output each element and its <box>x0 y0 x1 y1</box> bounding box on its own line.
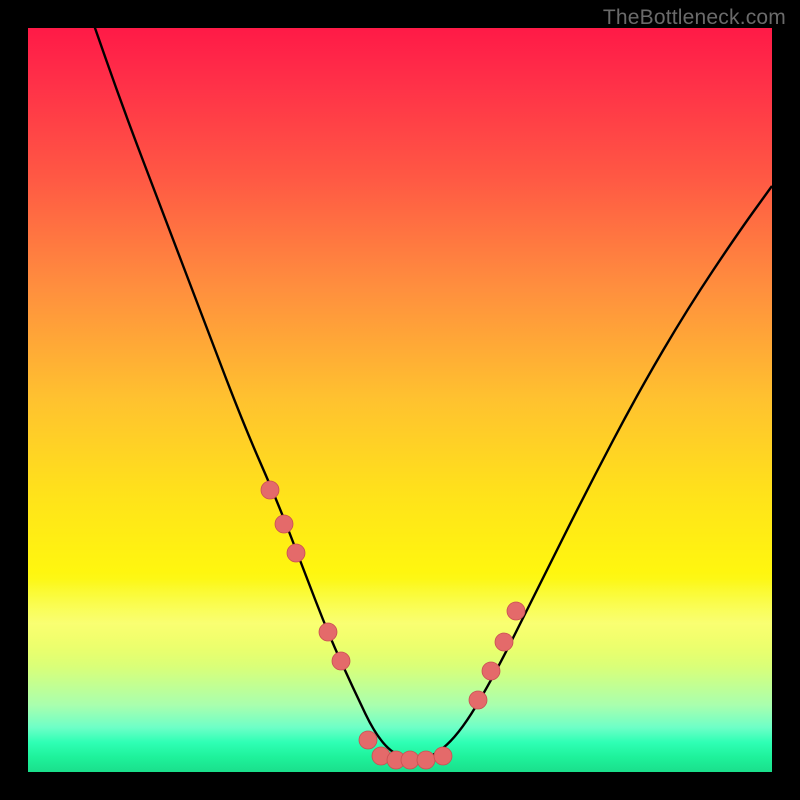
curve-markers <box>261 481 525 769</box>
bottleneck-curve <box>88 28 772 760</box>
curve-marker <box>507 602 525 620</box>
outer-frame: TheBottleneck.com <box>0 0 800 800</box>
curve-marker <box>287 544 305 562</box>
plot-area <box>28 28 772 772</box>
curve-marker <box>401 751 419 769</box>
curve-svg <box>28 28 772 772</box>
curve-marker <box>495 633 513 651</box>
curve-marker <box>359 731 377 749</box>
curve-marker <box>275 515 293 533</box>
curve-marker <box>261 481 279 499</box>
curve-marker <box>469 691 487 709</box>
curve-marker <box>434 747 452 765</box>
watermark-text: TheBottleneck.com <box>603 6 786 30</box>
curve-marker <box>319 623 337 641</box>
curve-marker <box>332 652 350 670</box>
curve-marker <box>417 751 435 769</box>
curve-marker <box>482 662 500 680</box>
